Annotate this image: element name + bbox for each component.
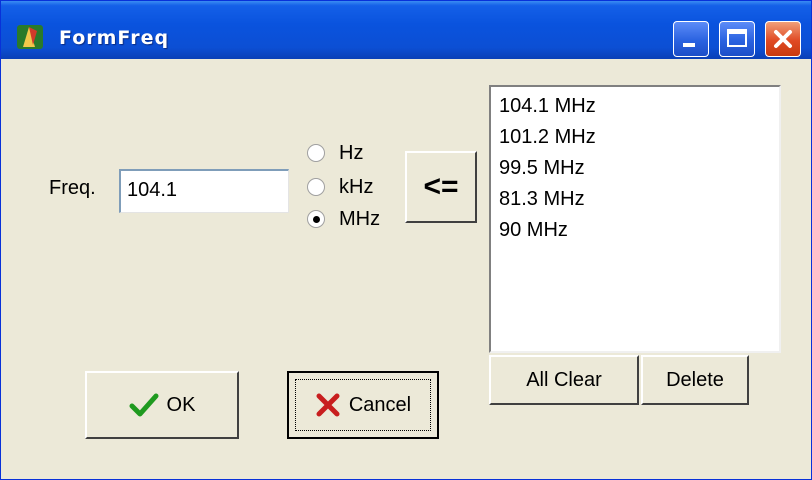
maximize-button[interactable] [719, 21, 755, 57]
window-title: FormFreq [59, 27, 170, 49]
radio-label-mhz: MHz [339, 207, 381, 230]
list-item[interactable]: 81.3 MHz [499, 184, 771, 215]
close-icon [774, 30, 792, 48]
app-icon[interactable] [15, 21, 47, 53]
list-item[interactable]: 101.2 MHz [499, 122, 771, 153]
all-clear-label: All Clear [526, 368, 602, 391]
maximize-icon [727, 29, 747, 47]
minimize-button[interactable] [673, 21, 709, 57]
radio-mhz[interactable]: MHz [307, 205, 380, 233]
checkmark-icon [129, 392, 159, 418]
delete-label: Delete [666, 368, 724, 391]
add-to-list-button[interactable]: <= [405, 151, 477, 223]
list-item[interactable]: 99.5 MHz [499, 153, 771, 184]
radio-label-khz: kHz [339, 175, 374, 198]
freq-input[interactable]: 104.1 [119, 169, 289, 213]
close-button[interactable] [765, 21, 801, 57]
freq-label: Freq. [49, 177, 96, 199]
title-bar[interactable]: FormFreq [1, 1, 811, 59]
focus-rectangle [295, 379, 431, 431]
cancel-button[interactable]: Cancel [287, 371, 439, 439]
radio-button[interactable] [307, 178, 325, 196]
radio-button-checked[interactable] [307, 210, 325, 228]
delete-button[interactable]: Delete [641, 355, 749, 405]
ok-button[interactable]: OK [85, 371, 239, 439]
radio-khz[interactable]: kHz [307, 173, 373, 201]
list-item[interactable]: 104.1 MHz [499, 91, 771, 122]
all-clear-button[interactable]: All Clear [489, 355, 639, 405]
formfreq-window: FormFreq Freq. 104.1 Hz kHz MHz <= 104.1… [0, 0, 812, 480]
radio-button[interactable] [307, 144, 325, 162]
minimize-icon [683, 43, 695, 47]
ok-label: OK [166, 393, 196, 416]
radio-label-hz: Hz [339, 141, 364, 164]
radio-hz[interactable]: Hz [307, 139, 363, 167]
list-item[interactable]: 90 MHz [499, 215, 771, 246]
frequency-listbox[interactable]: 104.1 MHz 101.2 MHz 99.5 MHz 81.3 MHz 90… [489, 85, 781, 353]
